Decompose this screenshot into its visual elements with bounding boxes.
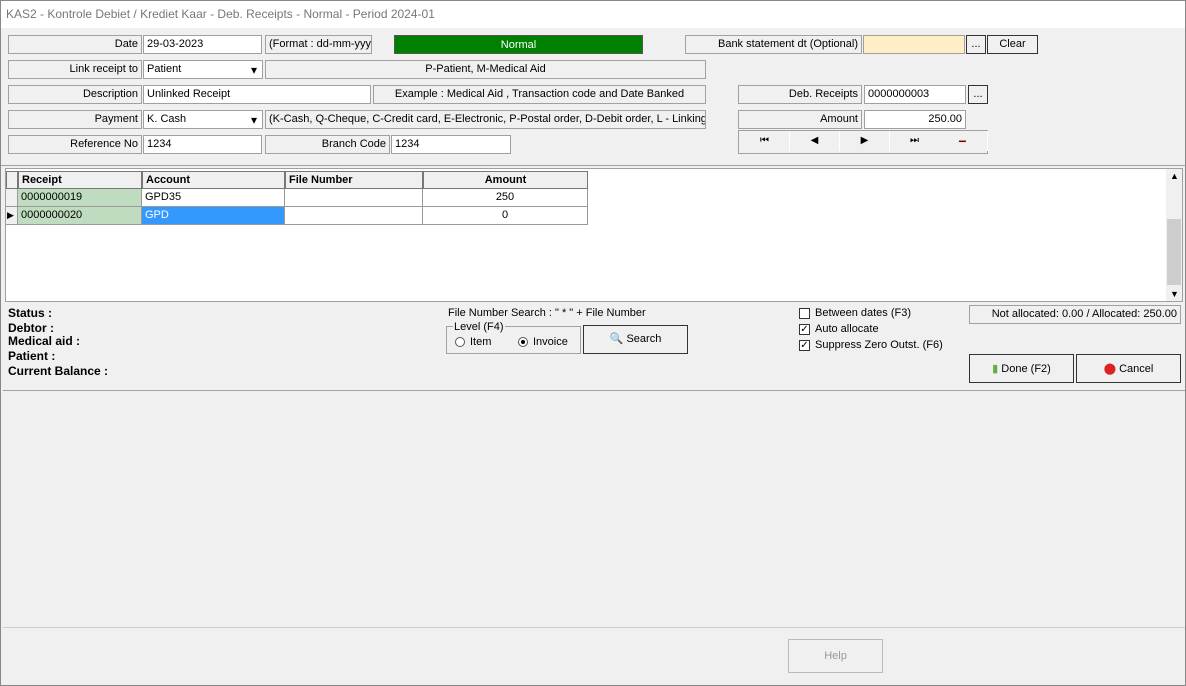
reference-input[interactable]: 1234 <box>143 135 262 154</box>
link-receipt-label: Link receipt to <box>8 60 142 79</box>
search-button-label: Search <box>626 333 662 345</box>
payment-select[interactable]: K. Cash <box>143 110 263 129</box>
vertical-scrollbar[interactable]: ▲ ▼ <box>1166 169 1182 301</box>
next-record-button[interactable]: ▶ <box>840 131 890 151</box>
last-record-button[interactable]: ⏭ <box>890 131 940 151</box>
prev-record-button[interactable]: ◀ <box>790 131 840 151</box>
payment-label: Payment <box>8 110 142 129</box>
file-number-search-hint: File Number Search : " * " + File Number <box>448 307 646 319</box>
column-header-receipt[interactable]: Receipt <box>18 171 142 189</box>
branch-code-label: Branch Code <box>265 135 390 154</box>
table-cell-account[interactable]: GPD <box>142 207 285 225</box>
payment-hint: (K-Cash, Q-Cheque, C-Credit card, E-Elec… <box>265 110 706 129</box>
record-navigator: ⏮ ◀ ▶ ⏭ − <box>738 130 988 154</box>
done-button-label: Done (F2) <box>1001 363 1051 375</box>
table-cell-account[interactable]: GPD35 <box>142 189 285 207</box>
first-record-button[interactable]: ⏮ <box>740 131 790 151</box>
cancel-button[interactable]: ⬤ Cancel <box>1076 354 1181 383</box>
scroll-down-icon[interactable]: ▼ <box>1170 289 1179 299</box>
done-button[interactable]: ▮ Done (F2) <box>969 354 1074 383</box>
level-invoice-radio[interactable]: Invoice <box>518 336 568 348</box>
between-dates-label: Between dates (F3) <box>815 307 911 319</box>
table-cell-receipt[interactable]: 0000000019 <box>18 189 142 207</box>
suppress-zero-checkbox[interactable]: ✓ Suppress Zero Outst. (F6) <box>799 339 943 351</box>
deb-receipts-lookup-button[interactable]: ... <box>968 85 988 104</box>
date-format-hint: (Format : dd-mm-yyyy) <box>265 35 372 54</box>
branch-code-input[interactable]: 1234 <box>391 135 511 154</box>
level-item-radio[interactable]: Item <box>455 336 491 348</box>
table-cell-amount[interactable]: 0 <box>423 207 588 225</box>
bank-date-picker-button[interactable]: ... <box>966 35 986 54</box>
medical-aid-label: Medical aid : <box>8 334 81 348</box>
between-dates-checkbox[interactable]: Between dates (F3) <box>799 307 911 319</box>
table-cell-amount[interactable]: 250 <box>423 189 588 207</box>
search-button[interactable]: 🔍 Search <box>583 325 688 354</box>
allocation-status: Not allocated: 0.00 / Allocated: 250.00 <box>969 305 1181 324</box>
column-header-amount[interactable]: Amount <box>423 171 588 189</box>
level-group: Level (F4) Item Invoice <box>446 321 581 354</box>
delete-record-button[interactable]: − <box>938 131 988 151</box>
date-label: Date <box>8 35 142 54</box>
cancel-icon: ⬤ <box>1103 363 1116 375</box>
table-cell-receipt[interactable]: 0000000020 <box>18 207 142 225</box>
link-receipt-hint: P-Patient, M-Medical Aid <box>265 60 706 79</box>
link-receipt-value: Patient <box>147 63 182 75</box>
divider <box>1 165 1186 166</box>
level-item-label: Item <box>470 336 492 348</box>
amount-label: Amount <box>738 110 862 129</box>
search-icon: 🔍 <box>609 333 624 345</box>
description-hint: Example : Medical Aid , Transaction code… <box>373 85 706 104</box>
payment-value: K. Cash <box>147 113 187 125</box>
status-label: Status : <box>8 306 53 320</box>
help-button[interactable]: Help <box>788 639 883 673</box>
description-input[interactable]: Unlinked Receipt <box>143 85 371 104</box>
level-group-label: Level (F4) <box>453 321 505 333</box>
scroll-up-icon[interactable]: ▲ <box>1170 171 1179 181</box>
divider <box>3 390 1185 391</box>
column-header-file-number[interactable]: File Number <box>285 171 423 189</box>
deb-receipts-label: Deb. Receipts <box>738 85 862 104</box>
window-title: KAS2 - Kontrole Debiet / Krediet Kaar - … <box>1 1 1185 28</box>
scrollbar-thumb[interactable] <box>1167 219 1181 285</box>
date-input[interactable]: 29-03-2023 <box>143 35 262 54</box>
door-exit-icon: ▮ <box>992 363 999 375</box>
table-cell-file-number[interactable] <box>285 189 423 207</box>
debtor-label: Debtor : <box>8 321 54 335</box>
deb-receipts-input[interactable]: 0000000003 <box>864 85 966 104</box>
cancel-button-label: Cancel <box>1119 363 1154 375</box>
auto-allocate-label: Auto allocate <box>815 323 879 335</box>
bank-statement-label: Bank statement dt (Optional) <box>685 35 862 54</box>
clear-button[interactable]: Clear <box>987 35 1038 54</box>
suppress-zero-label: Suppress Zero Outst. (F6) <box>815 339 943 351</box>
row-indicator[interactable] <box>6 189 18 207</box>
patient-label: Patient : <box>8 349 56 363</box>
description-label: Description <box>8 85 142 104</box>
receipts-grid[interactable]: Receipt Account File Number Amount 00000… <box>5 168 1183 302</box>
column-header-account[interactable]: Account <box>142 171 285 189</box>
amount-input[interactable]: 250.00 <box>864 110 966 129</box>
bank-statement-input[interactable] <box>863 35 965 54</box>
current-balance-label: Current Balance : <box>8 364 109 378</box>
level-invoice-label: Invoice <box>533 336 568 348</box>
reference-label: Reference No <box>8 135 142 154</box>
divider <box>3 627 1185 628</box>
mode-indicator: Normal <box>394 35 643 54</box>
current-row-indicator-icon[interactable]: ▶ <box>6 207 18 225</box>
auto-allocate-checkbox[interactable]: ✓ Auto allocate <box>799 323 879 335</box>
link-receipt-select[interactable]: Patient <box>143 60 263 79</box>
row-indicator-header <box>6 171 18 189</box>
table-cell-file-number[interactable] <box>285 207 423 225</box>
